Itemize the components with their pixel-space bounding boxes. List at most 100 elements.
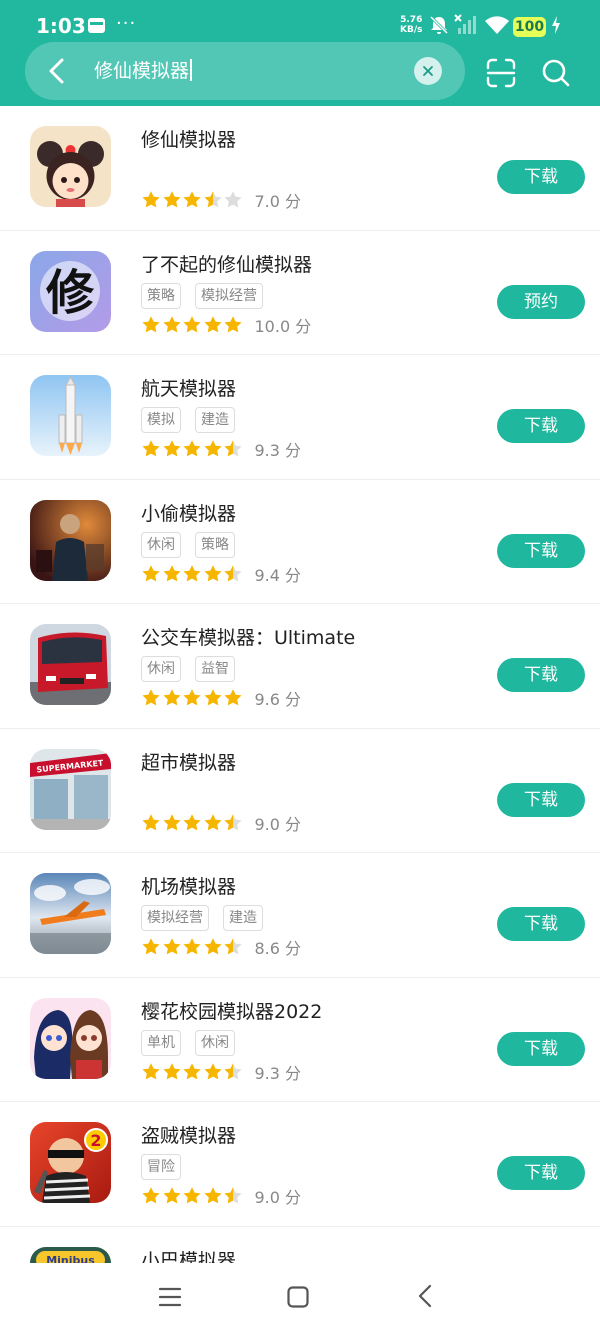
app-tag: 休闲 (195, 1029, 235, 1056)
app-name[interactable]: 小巴模拟器 (141, 1246, 236, 1264)
app-name[interactable]: 航天模拟器 (141, 374, 236, 401)
star-icon (162, 813, 181, 830)
app-row[interactable]: 机场模拟器 模拟经营 建造 8.6 分 下载 (0, 853, 600, 978)
star-rating (141, 564, 244, 584)
app-tag: 休闲 (141, 531, 181, 558)
app-name[interactable]: 盗贼模拟器 (141, 1121, 236, 1148)
star-icon (183, 1187, 201, 1204)
star-icon (183, 440, 201, 457)
star-icon (203, 1062, 222, 1079)
anime-girls-icon[interactable] (30, 997, 111, 1079)
star-icon (224, 315, 242, 332)
app-row[interactable]: 修仙模拟器 7.0 分 下载 (0, 106, 600, 231)
calligraphy-icon[interactable]: 修 (30, 250, 111, 332)
app-tag: 模拟经营 (195, 282, 263, 309)
app-tags: 策略 模拟经营 (141, 282, 277, 309)
scan-icon[interactable] (486, 58, 516, 88)
supermarket-icon[interactable]: SUPERMARKET (30, 748, 111, 830)
minibus-icon[interactable]: Minibus (30, 1246, 111, 1264)
star-icon (142, 689, 160, 706)
xiuxian-icon[interactable] (30, 126, 111, 207)
score-text: 8.6 分 (254, 939, 302, 958)
search-bar[interactable] (25, 42, 465, 100)
text-caret (190, 59, 192, 81)
download-button[interactable]: 下载 (497, 409, 585, 443)
rating: 8.6 分 (141, 937, 302, 958)
rating: 9.4 分 (141, 564, 301, 585)
airplane-icon[interactable] (30, 873, 111, 954)
app-row[interactable]: 航天模拟器 模拟 建造 9.3 分 下载 (0, 355, 600, 480)
download-button[interactable]: 下载 (497, 1031, 585, 1066)
app-row[interactable]: 2 盗贼模拟器 冒险 9.0 分 下载 (0, 1102, 600, 1227)
reserve-button[interactable]: 预约 (497, 284, 585, 319)
app-name[interactable]: 机场模拟器 (141, 872, 236, 899)
app-tag: 建造 (223, 905, 263, 931)
app-tag: 益智 (195, 656, 235, 682)
status-bar: 1:03 ··· 5.76 KB/s 100 (0, 0, 600, 40)
recent-apps-icon[interactable] (158, 1285, 182, 1309)
score-text: 9.3 分 (254, 1063, 302, 1083)
rating: 7.0 分 (141, 190, 301, 211)
robber-icon[interactable]: 2 (30, 1122, 111, 1203)
star-icon (142, 813, 160, 830)
star-rating (141, 439, 244, 459)
app-row[interactable]: 公交车模拟器：Ultimate 休闲 益智 9.6 分 下载 (0, 604, 600, 729)
back-arrow-icon[interactable] (38, 52, 74, 90)
app-row[interactable]: 小偷模拟器 休闲 策略 9.4 分 下载 (0, 480, 600, 604)
more-notifications: ··· (116, 13, 137, 34)
star-icon (224, 1187, 242, 1204)
star-icon (183, 564, 201, 581)
app-name[interactable]: 公交车模拟器：Ultimate (141, 623, 355, 650)
rocket-icon[interactable] (30, 375, 111, 456)
star-icon (203, 1187, 222, 1204)
bus-icon[interactable] (30, 624, 111, 705)
minibus-logo-text: Minibus (46, 1254, 95, 1264)
clear-search-icon[interactable] (414, 57, 442, 85)
app-name[interactable]: 超市模拟器 (141, 748, 236, 775)
star-icon (183, 315, 201, 332)
app-name[interactable]: 小偷模拟器 (141, 499, 236, 526)
wifi-icon (485, 16, 509, 34)
star-icon (203, 813, 222, 830)
download-button[interactable]: 下载 (497, 160, 585, 194)
star-rating (141, 315, 244, 335)
search-input[interactable]: 修仙模拟器 (94, 57, 192, 85)
app-row[interactable]: 修 了不起的修仙模拟器 策略 模拟经营 10.0 分 预约 (0, 231, 600, 355)
rating: 9.3 分 (141, 1062, 302, 1083)
score-text: 9.0 分 (254, 814, 302, 834)
nav-back-icon[interactable] (414, 1283, 438, 1309)
home-icon[interactable] (286, 1285, 310, 1309)
app-tags: 冒险 (141, 1154, 195, 1180)
app-tag: 策略 (141, 282, 181, 309)
download-button[interactable]: 下载 (497, 533, 585, 568)
download-button[interactable]: 下载 (497, 1156, 585, 1190)
app-row[interactable]: 樱花校园模拟器2022 单机 休闲 9.3 分 下载 (0, 978, 600, 1102)
app-name[interactable]: 了不起的修仙模拟器 (141, 250, 312, 277)
app-row[interactable]: Minibus 小巴模拟器 (0, 1227, 600, 1264)
app-tag: 建造 (195, 407, 235, 433)
star-icon (142, 564, 160, 581)
download-button[interactable]: 下载 (497, 782, 585, 817)
app-tag: 休闲 (141, 656, 181, 682)
download-button[interactable]: 下载 (497, 658, 585, 692)
status-time: 1:03 (36, 14, 86, 38)
search-icon[interactable] (541, 58, 571, 88)
star-icon (162, 689, 181, 706)
app-name[interactable]: 樱花校园模拟器2022 (141, 997, 322, 1024)
score-text: 9.6 分 (254, 690, 302, 709)
app-tags: 休闲 策略 (141, 531, 249, 558)
star-icon (162, 1187, 181, 1204)
download-button[interactable]: 下载 (497, 907, 585, 941)
thief-icon[interactable] (30, 499, 111, 581)
app-tag: 模拟 (141, 407, 181, 433)
app-row[interactable]: SUPERMARKET 超市模拟器 9.0 分 下载 (0, 729, 600, 853)
star-icon (162, 191, 181, 208)
star-icon (224, 440, 242, 457)
star-icon (224, 564, 242, 581)
app-name[interactable]: 修仙模拟器 (141, 125, 236, 152)
app-tag: 策略 (195, 531, 235, 558)
star-icon (142, 938, 160, 955)
search-results-list[interactable]: 修仙模拟器 7.0 分 下载 修 了不起的修仙模拟器 策略 模拟经营 10.0 分… (0, 106, 600, 1263)
star-icon (203, 938, 222, 955)
star-icon (183, 813, 201, 830)
